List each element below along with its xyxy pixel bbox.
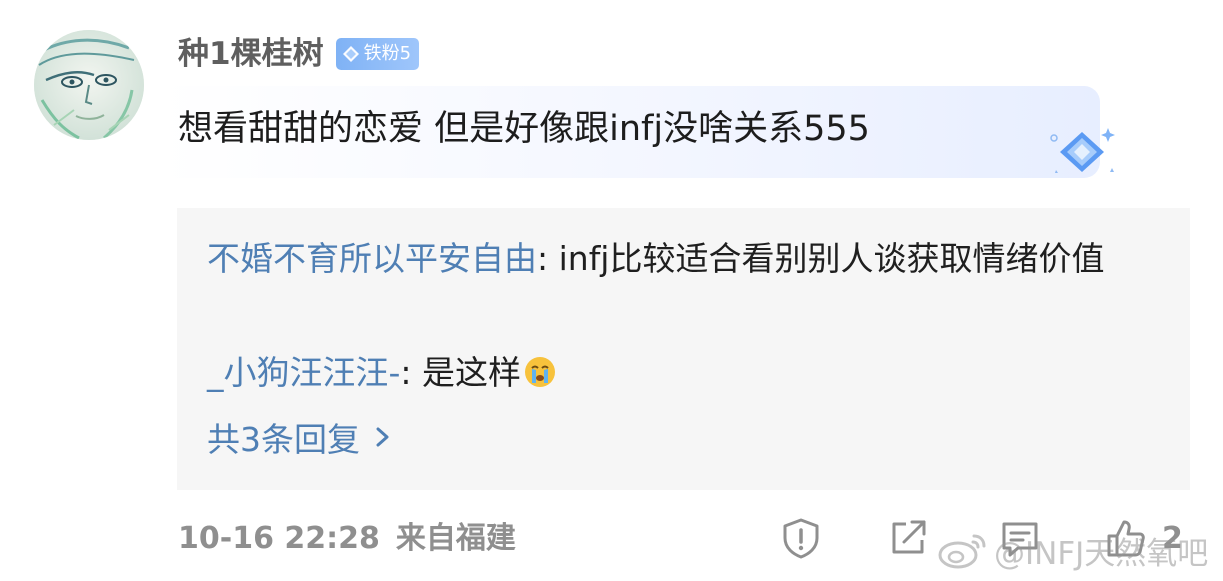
reply-text: 是这样 — [422, 353, 522, 392]
sketch-portrait-avatar — [34, 30, 144, 140]
reply-item[interactable]: _小狗汪汪汪-: 是这样 — [207, 348, 557, 398]
diamond-icon — [342, 46, 359, 62]
fan-badge[interactable]: 铁粉5 — [335, 38, 420, 70]
reply-username[interactable]: _小狗汪汪汪- — [207, 353, 400, 392]
reply-username[interactable]: 不婚不育所以平安自由 — [207, 239, 537, 278]
more-replies-link[interactable]: 共3条回复 — [207, 412, 392, 462]
reply-item[interactable]: 不婚不育所以平安自由: infj比较适合看别别人谈获取情绪价值 — [207, 234, 1147, 284]
comment-author[interactable]: 种1棵桂树 — [178, 32, 324, 76]
watermark: @INFJ天然氧吧 — [936, 527, 1208, 573]
weibo-logo-icon — [938, 534, 986, 569]
diamond-sparkle-icon — [1050, 128, 1115, 173]
more-replies-label: 共3条回复 — [207, 420, 360, 459]
comment-meta: 10-16 22:28 来自福建 — [178, 516, 516, 562]
comment-header: 种1棵桂树 铁粉5 — [178, 32, 420, 76]
replies-box: 不婚不育所以平安自由: infj比较适合看别别人谈获取情绪价值 _小狗汪汪汪-:… — [177, 208, 1190, 490]
reply-separator: : — [400, 353, 423, 392]
chevron-right-icon — [376, 427, 389, 447]
report-icon[interactable] — [779, 516, 823, 560]
share-icon[interactable] — [886, 516, 930, 560]
avatar[interactable] — [34, 30, 144, 140]
crying-face-emoji — [525, 357, 556, 387]
comment-time: 10-16 22:28 — [178, 521, 380, 556]
comment-text[interactable]: 想看甜甜的恋爱 但是好像跟infj没啥关系555 — [178, 104, 870, 154]
fan-badge-label: 铁粉5 — [363, 43, 412, 64]
watermark-text: @INFJ天然氧吧 — [994, 535, 1209, 572]
comment-location: 来自福建 — [395, 521, 516, 556]
reply-separator: : — [537, 239, 559, 278]
reply-text: infj比较适合看别别人谈获取情绪价值 — [558, 239, 1105, 278]
